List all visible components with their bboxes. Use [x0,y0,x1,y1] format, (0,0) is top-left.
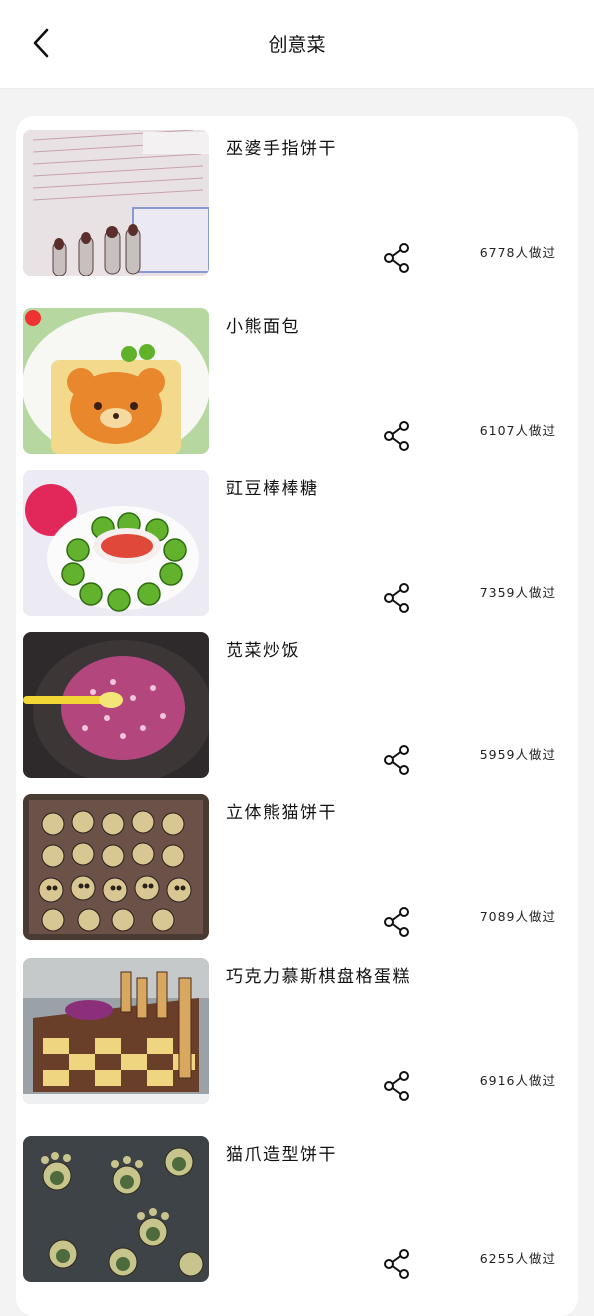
recipe-image[interactable] [23,794,209,940]
share-button[interactable] [382,242,412,274]
share-icon [384,243,409,273]
list-item[interactable]: 巧克力慕斯棋盘格蛋糕 6916人做过 [16,944,578,1104]
recipe-image[interactable] [23,1136,209,1282]
share-button[interactable] [382,906,412,938]
list-item[interactable]: 巫婆手指饼干 6778人做过 [16,116,578,276]
recipe-image[interactable] [23,308,209,454]
page-title: 创意菜 [268,34,326,56]
made-count: 6778人做过 [479,245,556,260]
recipe-list: 巫婆手指饼干 6778人做过 小熊面包 6107人做过 豇豆棒棒糖 7359人做… [16,116,578,1316]
list-item[interactable]: 小熊面包 6107人做过 [16,294,578,454]
recipe-image[interactable] [23,470,209,616]
recipe-title: 猫爪造型饼干 [226,1145,337,1165]
share-icon [384,1249,409,1279]
top-bar: 创意菜 [0,0,594,89]
share-button[interactable] [382,1248,412,1280]
list-item[interactable]: 立体熊猫饼干 7089人做过 [16,780,578,940]
share-icon [384,907,409,937]
made-count: 5959人做过 [479,747,556,762]
share-icon [384,421,409,451]
recipe-title: 巫婆手指饼干 [226,139,337,159]
list-item[interactable]: 猫爪造型饼干 6255人做过 [16,1122,578,1282]
share-icon [384,1071,409,1101]
made-count: 6255人做过 [479,1251,556,1266]
recipe-title: 豇豆棒棒糖 [226,479,319,499]
share-button[interactable] [382,744,412,776]
list-item[interactable]: 豇豆棒棒糖 7359人做过 [16,456,578,616]
recipe-title: 立体熊猫饼干 [226,803,337,823]
recipe-image[interactable] [23,130,209,276]
share-icon [384,745,409,775]
recipe-title: 巧克力慕斯棋盘格蛋糕 [226,967,411,987]
made-count: 6916人做过 [479,1073,556,1088]
share-button[interactable] [382,420,412,452]
recipe-image[interactable] [23,958,209,1104]
share-icon [384,583,409,613]
share-button[interactable] [382,1070,412,1102]
list-item[interactable]: 苋菜炒饭 5959人做过 [16,618,578,778]
made-count: 7089人做过 [479,909,556,924]
share-button[interactable] [382,582,412,614]
made-count: 7359人做过 [479,585,556,600]
recipe-title: 小熊面包 [226,317,300,337]
made-count: 6107人做过 [479,423,556,438]
recipe-image[interactable] [23,632,209,778]
recipe-title: 苋菜炒饭 [226,641,300,661]
